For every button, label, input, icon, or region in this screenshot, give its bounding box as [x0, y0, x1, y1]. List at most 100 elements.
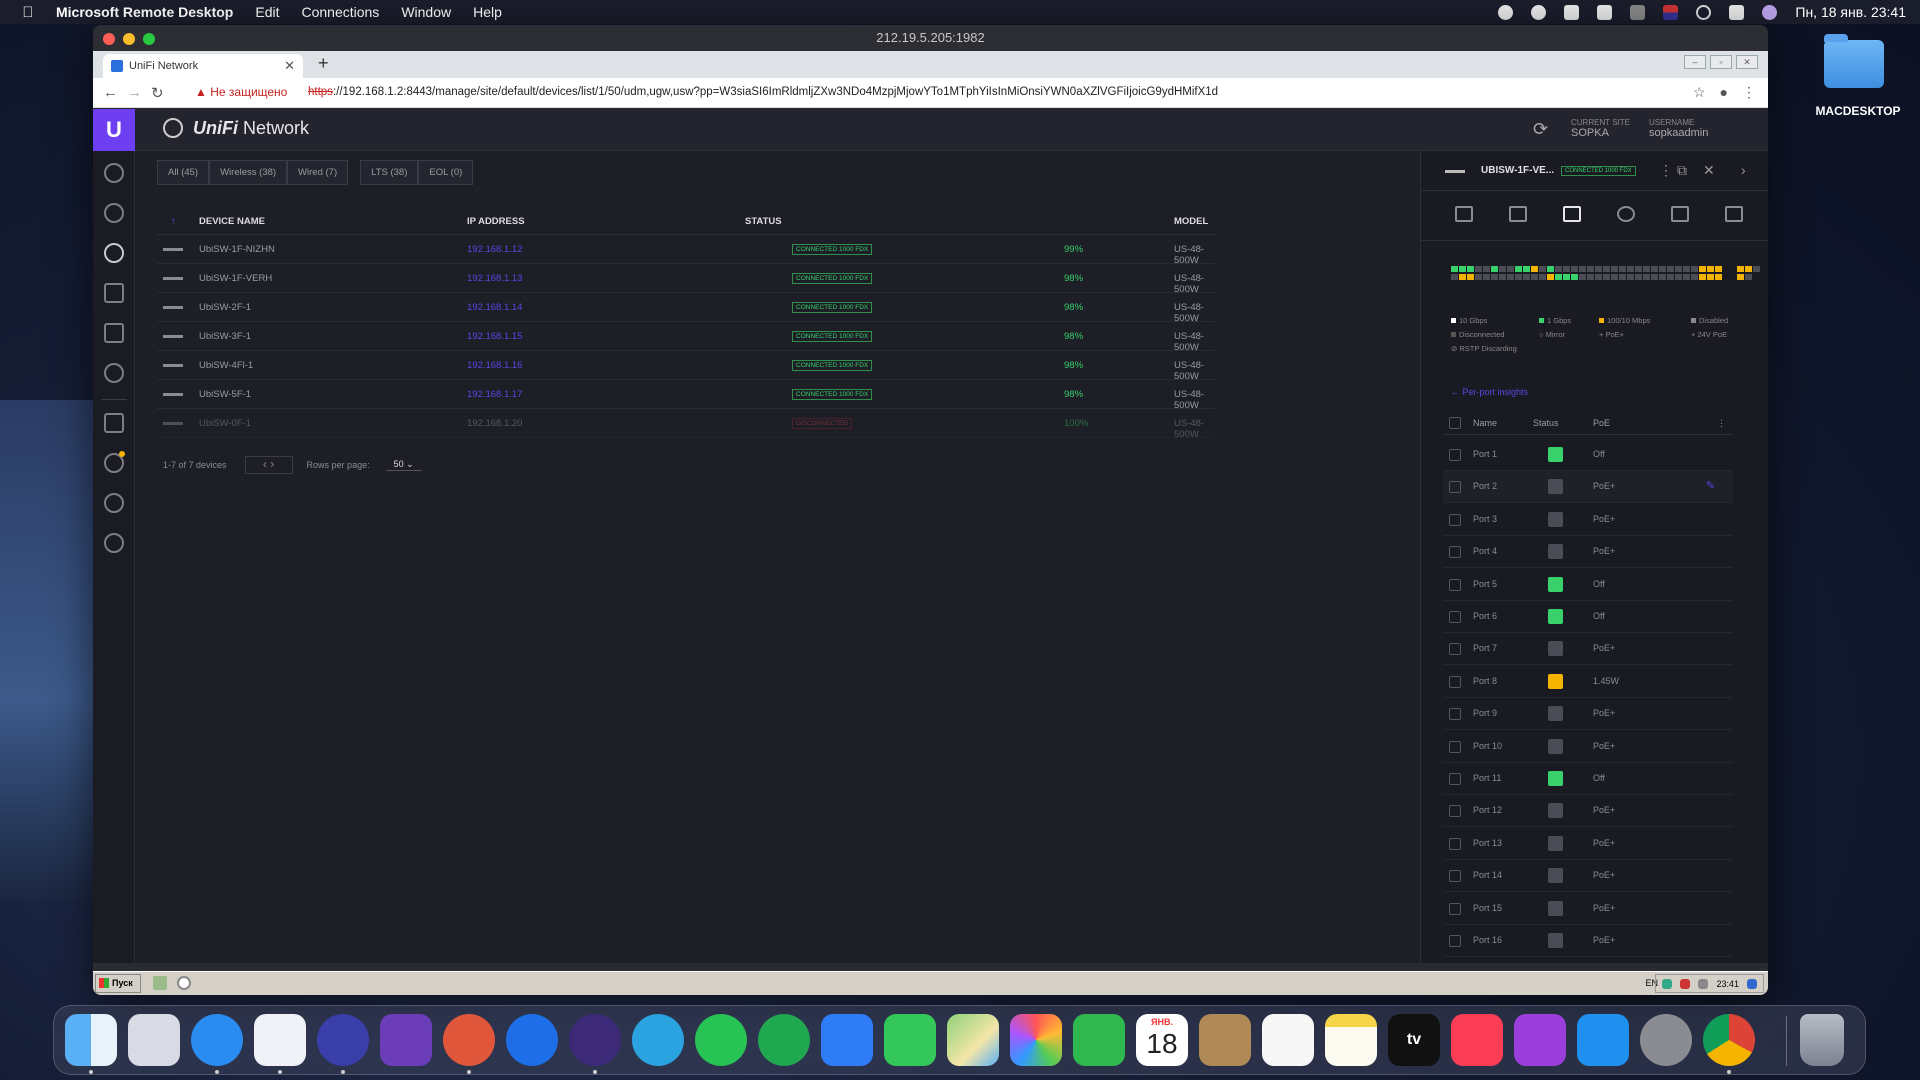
notes-icon[interactable] [1325, 1014, 1377, 1066]
port-indicator[interactable] [1611, 274, 1618, 280]
port-indicator[interactable] [1651, 274, 1658, 280]
col-port-poe[interactable]: PoE [1593, 418, 1610, 428]
table-row[interactable]: UbiSW-3F-1 192.168.1.15 CONNECTED 1000 F… [157, 322, 1215, 353]
port-indicator[interactable] [1563, 266, 1570, 272]
browser-app-icon[interactable] [317, 1014, 369, 1066]
port-indicator[interactable] [1619, 266, 1626, 272]
address-bar[interactable]: https://192.168.1.2:8443/manage/site/def… [308, 86, 1218, 98]
clients-icon[interactable] [104, 283, 124, 303]
port-indicator[interactable] [1745, 266, 1752, 272]
podcasts-icon[interactable] [1514, 1014, 1566, 1066]
port-indicator[interactable] [1507, 266, 1514, 272]
username-selector[interactable]: USERNAME sopkaadmin [1649, 117, 1708, 139]
whatsapp-icon[interactable] [695, 1014, 747, 1066]
col-status[interactable]: STATUS [745, 216, 782, 227]
col-port-status[interactable]: Status [1533, 418, 1559, 428]
books-icon[interactable] [821, 1014, 873, 1066]
port-indicator[interactable] [1579, 274, 1586, 280]
port-indicator[interactable] [1715, 266, 1722, 272]
popout-icon[interactable]: ⧉ [1677, 162, 1687, 179]
refresh-icon[interactable]: ⟳ [1533, 119, 1548, 140]
port-indicator[interactable] [1507, 274, 1514, 280]
maps-icon[interactable] [947, 1014, 999, 1066]
port-indicator[interactable] [1643, 274, 1650, 280]
app-store-icon[interactable] [1577, 1014, 1629, 1066]
device-ip[interactable]: 192.168.1.14 [467, 302, 522, 313]
port-indicator[interactable] [1627, 274, 1634, 280]
table-row[interactable]: UbiSW-5F-1 192.168.1.17 CONNECTED 1000 F… [157, 380, 1215, 411]
port-indicator[interactable] [1753, 266, 1760, 272]
port-row[interactable]: Port 8 1.45W [1443, 666, 1733, 698]
port-indicator[interactable] [1555, 274, 1562, 280]
statistics-icon[interactable] [104, 323, 124, 343]
port-checkbox[interactable] [1449, 870, 1461, 883]
browser-menu-icon[interactable]: ⋮ [1742, 84, 1756, 101]
port-indicator[interactable] [1451, 274, 1458, 280]
port-indicator[interactable] [1699, 266, 1706, 272]
port-indicator[interactable] [1515, 274, 1522, 280]
messages-icon[interactable] [884, 1014, 936, 1066]
port-indicator[interactable] [1737, 266, 1744, 272]
table-row[interactable]: UbiSW-4Fl-1 192.168.1.16 CONNECTED 1000 … [157, 351, 1215, 382]
settings-gear-icon[interactable] [104, 533, 124, 553]
port-row[interactable]: Port 9 PoE+ [1443, 698, 1733, 731]
menubar-clock[interactable]: Пн, 18 янв. 23:41 [1795, 4, 1906, 20]
port-checkbox[interactable] [1449, 837, 1461, 850]
evernote-icon[interactable] [758, 1014, 810, 1066]
port-indicator[interactable] [1523, 266, 1530, 272]
port-row[interactable]: Port 6 Off [1443, 601, 1733, 633]
port-checkbox[interactable] [1449, 740, 1461, 753]
finder-icon[interactable] [65, 1014, 117, 1066]
port-indicator[interactable] [1483, 266, 1490, 272]
port-row[interactable]: Port 13 PoE+ [1443, 828, 1733, 860]
menu-window[interactable]: Window [401, 4, 451, 20]
port-checkbox[interactable] [1449, 513, 1461, 526]
table-row[interactable]: UbiSW-2F-1 192.168.1.14 CONNECTED 1000 F… [157, 293, 1215, 324]
device-ip[interactable]: 192.168.1.12 [467, 244, 522, 255]
bookmark-star-icon[interactable]: ☆ [1693, 84, 1706, 101]
minimize-window-button[interactable] [123, 33, 135, 45]
port-row[interactable]: Port 1 Off [1443, 439, 1733, 471]
filter-all[interactable]: All (45) [157, 160, 210, 185]
calendar-icon[interactable]: ЯНВ. 18 [1136, 1014, 1188, 1066]
port-indicator[interactable] [1691, 274, 1698, 280]
events-icon[interactable] [104, 413, 124, 433]
port-indicator[interactable] [1459, 266, 1466, 272]
port-indicator[interactable] [1491, 274, 1498, 280]
browser-tab[interactable]: UniFi Network ✕ [103, 54, 303, 78]
per-port-insights-link[interactable]: ← Per-port insights [1451, 387, 1528, 397]
col-ip-address[interactable]: IP ADDRESS [467, 216, 525, 227]
port-checkbox[interactable] [1449, 481, 1461, 494]
forward-icon[interactable]: → [127, 84, 142, 101]
remote-desktop-icon[interactable] [443, 1014, 495, 1066]
port-checkbox[interactable] [1449, 578, 1461, 591]
us-flag-icon[interactable] [1663, 4, 1679, 20]
reload-icon[interactable]: ↻ [151, 84, 164, 102]
filter-wired[interactable]: Wired (7) [287, 160, 349, 185]
port-indicator[interactable] [1515, 266, 1522, 272]
tab-config-icon[interactable] [1617, 206, 1635, 222]
port-checkbox[interactable] [1449, 935, 1461, 947]
col-model[interactable]: MODEL [1174, 216, 1208, 227]
table-row[interactable]: UbiSW-0F-1 192.168.1.20 DISCONNECTED 100… [157, 409, 1215, 440]
port-indicator[interactable] [1715, 274, 1722, 280]
port-row[interactable]: Port 14 PoE+ [1443, 860, 1733, 893]
shield-check-icon[interactable] [1498, 4, 1514, 20]
port-indicator[interactable] [1563, 274, 1570, 280]
col-device-name[interactable]: DEVICE NAME [199, 216, 265, 227]
taskbar-clock[interactable]: 23:41 [1716, 979, 1739, 989]
port-indicator[interactable] [1707, 274, 1714, 280]
port-row[interactable]: Port 3 PoE+ [1443, 504, 1733, 536]
start-button[interactable]: Пуск [95, 974, 141, 993]
col-port-name[interactable]: Name [1473, 418, 1497, 428]
port-indicator[interactable] [1475, 274, 1482, 280]
port-indicator[interactable] [1635, 274, 1642, 280]
filter-eol[interactable]: EOL (0) [418, 160, 474, 185]
not-secure-indicator[interactable]: ▲ Не защищено [195, 85, 287, 99]
reminders-icon[interactable] [1262, 1014, 1314, 1066]
contacts-icon[interactable] [1199, 1014, 1251, 1066]
close-panel-icon[interactable]: ✕ [1703, 162, 1715, 179]
port-indicator[interactable] [1659, 274, 1666, 280]
port-row[interactable]: Port 2 PoE+ ✎ [1443, 471, 1733, 504]
password-manager-icon[interactable] [1597, 4, 1613, 20]
